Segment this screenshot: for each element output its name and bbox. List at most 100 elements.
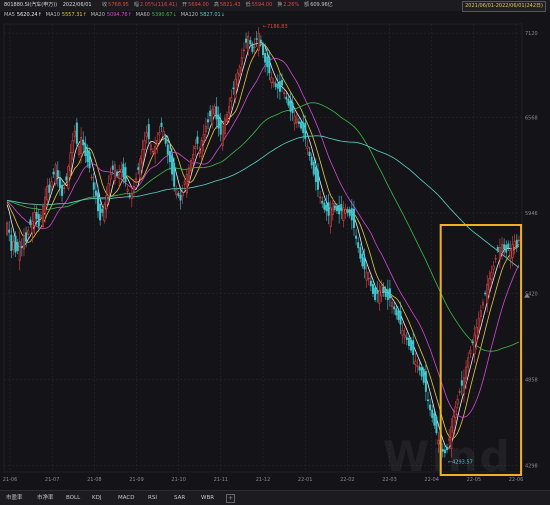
candle-body [242, 49, 245, 52]
candle-body [266, 56, 269, 68]
candle-body [481, 302, 484, 306]
candle-body [272, 81, 275, 84]
candle-body [386, 289, 389, 300]
tab-macd[interactable]: MACD [118, 491, 135, 505]
indicator-tab-bar: + 市盈率 市净率 BOLL KDJ MACD RSI SAR WBR [0, 490, 550, 505]
tab-boll[interactable]: BOLL [66, 491, 80, 505]
candle-body [156, 140, 159, 146]
x-tick-label: 21-11 [214, 477, 229, 483]
candle-body [46, 186, 49, 201]
tab-kdj[interactable]: KDJ [92, 491, 101, 505]
candle-body [52, 171, 55, 175]
candle-body [395, 308, 398, 316]
candle-body [477, 317, 480, 331]
candle-body [90, 176, 93, 179]
candle-body [48, 184, 51, 193]
candle-body [221, 126, 224, 146]
candle-body [505, 244, 508, 253]
candle-body [329, 207, 332, 227]
candle-body [67, 166, 70, 189]
candle-body [427, 399, 429, 402]
candle-body [460, 380, 463, 386]
candlestick-chart[interactable]: 71206568594654204858429821-06 21-07 21-08 2… [0, 20, 550, 491]
candle-body [132, 186, 135, 192]
candle-body [139, 158, 142, 179]
candle-body [20, 246, 23, 249]
candle-body [369, 280, 372, 287]
candle-body [160, 122, 163, 127]
candle-body [414, 360, 417, 365]
candle-body [490, 271, 493, 280]
candle-body [198, 150, 201, 154]
candle-body [367, 277, 370, 280]
candle-body [181, 192, 184, 197]
high-annotation: ←7186.83 [263, 24, 288, 30]
candle-body [323, 202, 326, 210]
candle-body [12, 241, 15, 250]
candle-body [171, 154, 174, 175]
candle-body [61, 184, 64, 196]
candle-body [69, 152, 72, 171]
candle-body [204, 126, 207, 132]
candle-body [75, 122, 78, 144]
candle-body [333, 205, 336, 209]
candle-body [372, 284, 374, 294]
candle-body [471, 341, 474, 344]
candle-body [452, 415, 455, 433]
candle-body [380, 285, 383, 297]
x-tick-label: 21-10 [171, 477, 186, 483]
candle-body [306, 146, 309, 149]
candle-body [240, 57, 243, 65]
x-tick-label: 21-12 [256, 477, 271, 483]
candle-body [152, 150, 154, 153]
candle-body [321, 200, 324, 204]
candle-body [187, 167, 190, 182]
candle-body [135, 178, 138, 180]
candle-body [179, 195, 182, 201]
candle-body [473, 334, 476, 354]
candle-body [94, 190, 97, 196]
candle-body [103, 204, 106, 221]
tab-wbr[interactable]: WBR [201, 491, 214, 505]
candle-body [287, 98, 290, 106]
candle-body [86, 149, 89, 163]
candle-body [515, 239, 518, 247]
x-tick-label: 22-02 [340, 477, 355, 483]
candle-body [183, 181, 186, 185]
candle-body [50, 181, 53, 188]
candle-body [219, 119, 222, 135]
candle-body [232, 87, 235, 89]
candle-body [130, 193, 133, 199]
x-tick-label: 21-09 [129, 477, 144, 483]
candle-body [407, 337, 410, 346]
candle-body [255, 38, 258, 40]
candle-body [202, 133, 205, 143]
candle-body [352, 208, 355, 229]
candle-body [27, 230, 30, 235]
y-tick-label: 4858 [525, 378, 538, 384]
tab-rsi[interactable]: RSI [148, 491, 157, 505]
candle-body [422, 369, 425, 383]
candle-body [509, 250, 512, 259]
candle-body [346, 210, 349, 213]
candle-body [154, 146, 157, 155]
candle-body [147, 124, 150, 140]
ma-legend-item: MA10 5557.31↑ [45, 12, 87, 18]
candle-body [429, 404, 432, 411]
candle-body [314, 166, 317, 183]
tab-sar[interactable]: SAR [174, 491, 185, 505]
candle-body [312, 161, 315, 175]
candle-body [118, 173, 121, 179]
x-tick-label: 21-07 [45, 477, 60, 483]
candle-body [262, 44, 264, 55]
quote-field: 额609.96亿 [304, 2, 333, 8]
tab-市净率[interactable]: 市净率 [37, 491, 54, 505]
quote-fields: 收5768.95 幅2.05%(116.41) 开5694.00 高5821.43 低5… [97, 2, 333, 8]
candle-body [501, 244, 504, 253]
candle-body [304, 122, 307, 140]
candle-body [327, 202, 330, 216]
add-indicator-button[interactable]: + [226, 494, 235, 503]
candle-body [84, 143, 87, 157]
tab-市盈率[interactable]: 市盈率 [6, 491, 23, 505]
candle-body [376, 289, 379, 294]
